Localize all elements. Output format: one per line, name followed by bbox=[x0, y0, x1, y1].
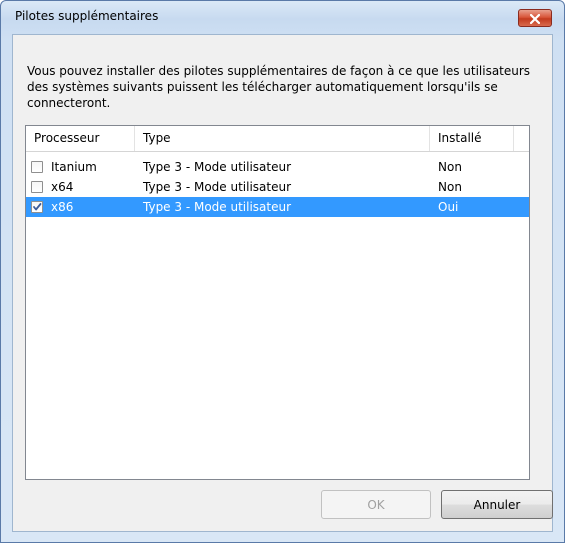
window-title: Pilotes supplémentaires bbox=[15, 9, 159, 23]
row-checkbox[interactable] bbox=[31, 161, 43, 173]
column-header-type[interactable]: Type bbox=[135, 126, 430, 151]
close-icon bbox=[529, 9, 541, 28]
title-bar[interactable]: Pilotes supplémentaires bbox=[1, 1, 564, 35]
table-row[interactable]: x64 Type 3 - Mode utilisateur Non bbox=[26, 177, 529, 197]
cell-type: Type 3 - Mode utilisateur bbox=[143, 160, 292, 174]
cell-processor: x86 bbox=[51, 200, 74, 214]
cell-processor: x64 bbox=[51, 180, 74, 194]
dialog-window: Pilotes supplémentaires Vous pouvez inst… bbox=[0, 0, 565, 543]
cell-type: Type 3 - Mode utilisateur bbox=[143, 180, 292, 194]
ok-button[interactable]: OK bbox=[321, 490, 431, 519]
cell-type: Type 3 - Mode utilisateur bbox=[143, 200, 292, 214]
row-checkbox[interactable] bbox=[31, 181, 43, 193]
cell-processor: Itanium bbox=[51, 160, 97, 174]
column-header-processor[interactable]: Processeur bbox=[26, 126, 135, 151]
cell-installed: Non bbox=[438, 160, 462, 174]
column-header-installed[interactable]: Installé bbox=[430, 126, 514, 151]
checkmark-icon bbox=[33, 203, 42, 211]
table-row[interactable]: Itanium Type 3 - Mode utilisateur Non bbox=[26, 157, 529, 177]
list-header: Processeur Type Installé bbox=[26, 126, 529, 152]
row-checkbox[interactable] bbox=[31, 201, 43, 213]
table-row-selected[interactable]: x86 Type 3 - Mode utilisateur Oui bbox=[26, 197, 529, 217]
description-text: Vous pouvez installer des pilotes supplé… bbox=[27, 64, 531, 110]
drivers-list[interactable]: Processeur Type Installé Itanium Type 3 … bbox=[25, 125, 530, 480]
cancel-button[interactable]: Annuler bbox=[441, 490, 553, 519]
cell-installed: Oui bbox=[438, 200, 459, 214]
cell-installed: Non bbox=[438, 180, 462, 194]
close-button[interactable] bbox=[518, 9, 552, 27]
